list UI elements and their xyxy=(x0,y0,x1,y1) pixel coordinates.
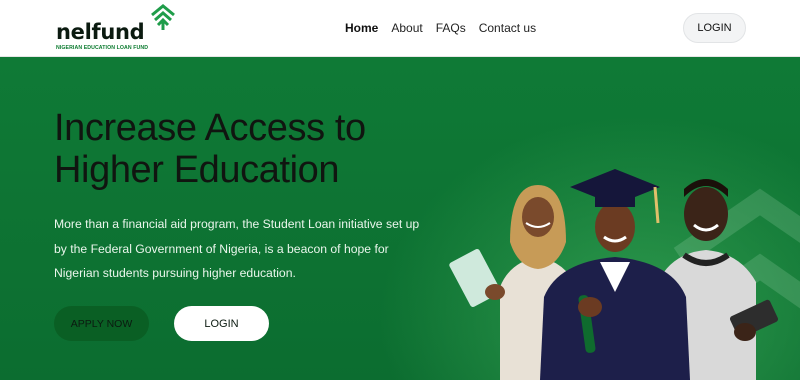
hero-description: More than a financial aid program, the S… xyxy=(54,217,420,280)
brand-name: nelfund xyxy=(56,20,145,44)
nav-link-about[interactable]: About xyxy=(391,21,422,35)
nav-link-home[interactable]: Home xyxy=(345,21,378,35)
brand-tagline: NIGERIAN EDUCATION LOAN FUND xyxy=(56,45,149,51)
nav-link-contact[interactable]: Contact us xyxy=(479,21,536,35)
nav-link-faqs[interactable]: FAQs xyxy=(436,21,466,35)
apply-now-button[interactable]: APPLY NOW xyxy=(54,306,149,341)
site-header: nelfund NIGERIAN EDUCATION LOAN FUND Hom… xyxy=(0,0,800,57)
hero-login-button[interactable]: LOGIN xyxy=(174,306,269,341)
student-graduate xyxy=(540,169,690,380)
header-login-button[interactable]: LOGIN xyxy=(683,13,746,43)
hero-section: Increase Access to Higher Education More… xyxy=(0,57,800,380)
brand-logo[interactable]: nelfund NIGERIAN EDUCATION LOAN FUND xyxy=(56,4,186,54)
hero-title: Increase Access to Higher Education xyxy=(54,107,366,191)
nelfund-logo-chevron-icon xyxy=(151,4,175,30)
students-illustration xyxy=(449,169,800,380)
main-nav: Home About FAQs Contact us xyxy=(345,21,549,35)
